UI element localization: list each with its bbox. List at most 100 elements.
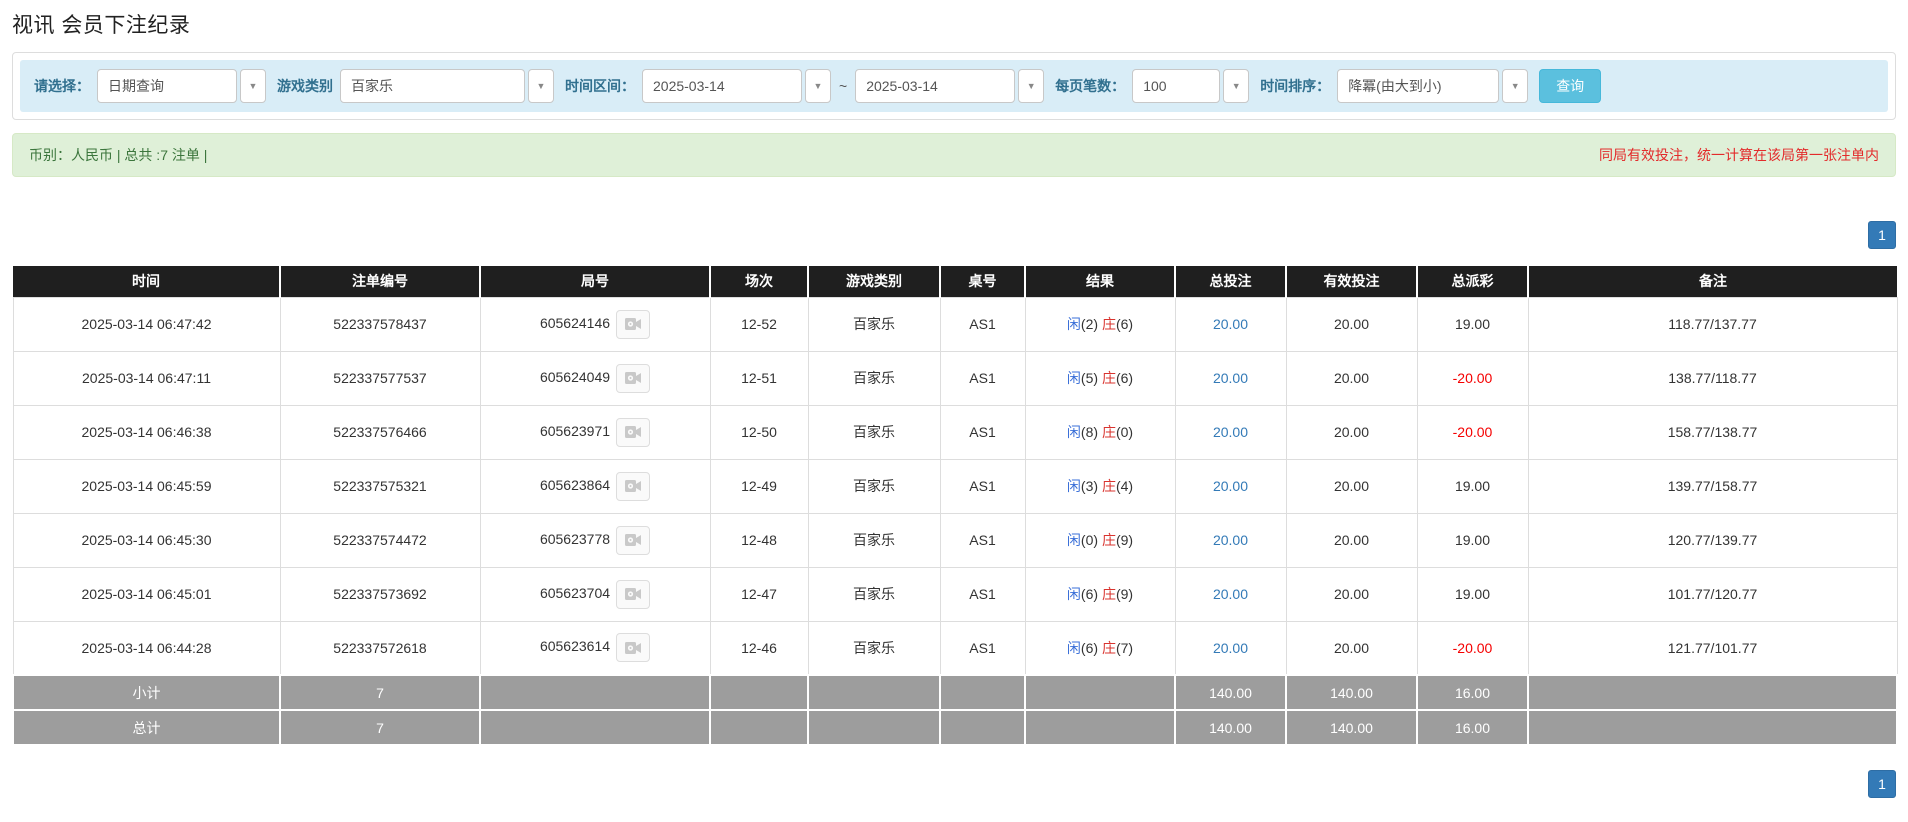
table-row: 2025-03-14 06:47:42 522337578437 6056241… (13, 297, 1897, 351)
header-game-type: 游戏类别 (808, 266, 940, 297)
result-player-score: (2) (1081, 316, 1098, 332)
result-banker: 庄 (1102, 586, 1116, 602)
chevron-down-icon: ▼ (1027, 81, 1036, 91)
cell-game-type: 百家乐 (808, 513, 940, 567)
round-number: 605623864 (540, 477, 610, 493)
video-icon[interactable] (616, 580, 650, 609)
query-type-select[interactable]: 日期查询 (97, 69, 237, 103)
table-row: 2025-03-14 06:44:28 522337572618 6056236… (13, 621, 1897, 675)
date-to-dropdown-button[interactable]: ▼ (1018, 69, 1044, 103)
game-type-label: 游戏类别 (277, 76, 333, 96)
total-bet-link[interactable]: 20.00 (1175, 459, 1286, 513)
search-button[interactable]: 查询 (1539, 69, 1601, 103)
cell-bet-no: 522337573692 (280, 567, 480, 621)
sort-dropdown-button[interactable]: ▼ (1502, 69, 1528, 103)
round-number: 605623614 (540, 638, 610, 654)
cell-session: 12-48 (710, 513, 808, 567)
video-icon[interactable] (616, 310, 650, 339)
total-payout: 16.00 (1417, 710, 1528, 745)
page-1-button[interactable]: 1 (1868, 770, 1896, 798)
game-type-dropdown-button[interactable]: ▼ (528, 69, 554, 103)
cell-game-type: 百家乐 (808, 405, 940, 459)
video-icon[interactable] (616, 472, 650, 501)
cell-game-type: 百家乐 (808, 351, 940, 405)
table-row: 2025-03-14 06:45:01 522337573692 6056237… (13, 567, 1897, 621)
cell-time: 2025-03-14 06:45:30 (13, 513, 280, 567)
query-type-value: 日期查询 (108, 76, 164, 96)
total-bet-link[interactable]: 20.00 (1175, 621, 1286, 675)
cell-result: 闲(8) 庄(0) (1025, 405, 1175, 459)
date-from-input[interactable]: 2025-03-14 (642, 69, 802, 103)
video-icon[interactable] (616, 364, 650, 393)
result-banker-score: (0) (1116, 424, 1133, 440)
cell-bet-no: 522337575321 (280, 459, 480, 513)
total-bet-link[interactable]: 20.00 (1175, 405, 1286, 459)
query-type-dropdown-button[interactable]: ▼ (240, 69, 266, 103)
sort-select[interactable]: 降冪(由大到小) (1337, 69, 1499, 103)
cell-valid-bet: 20.00 (1286, 621, 1417, 675)
result-player-score: (6) (1081, 640, 1098, 656)
cell-valid-bet: 20.00 (1286, 297, 1417, 351)
date-from-dropdown-button[interactable]: ▼ (805, 69, 831, 103)
page-size-select[interactable]: 100 (1132, 69, 1220, 103)
time-range-label: 时间区间： (565, 76, 635, 96)
header-session: 场次 (710, 266, 808, 297)
page-size-dropdown-button[interactable]: ▼ (1223, 69, 1249, 103)
video-icon[interactable] (616, 526, 650, 555)
table-row: 2025-03-14 06:45:59 522337575321 6056238… (13, 459, 1897, 513)
cell-empty (940, 710, 1025, 745)
page-size-control: 100 ▼ (1132, 69, 1249, 103)
cell-payout: -20.00 (1417, 405, 1528, 459)
cell-payout: -20.00 (1417, 351, 1528, 405)
date-to-control: 2025-03-14 ▼ (855, 69, 1044, 103)
result-player: 闲 (1067, 640, 1081, 656)
video-icon[interactable] (616, 418, 650, 447)
cell-table-no: AS1 (940, 621, 1025, 675)
subtotal-label: 小计 (13, 675, 280, 710)
cell-session: 12-52 (710, 297, 808, 351)
total-bet-link[interactable]: 20.00 (1175, 351, 1286, 405)
cell-table-no: AS1 (940, 567, 1025, 621)
cell-empty (808, 710, 940, 745)
subtotal-row: 小计 7 140.00 140.00 16.00 (13, 675, 1897, 710)
sort-label: 时间排序： (1260, 76, 1330, 96)
cell-round-no: 605623778 (480, 513, 710, 567)
date-to-input[interactable]: 2025-03-14 (855, 69, 1015, 103)
table-header: 时间 注单编号 局号 场次 游戏类别 桌号 结果 总投注 有效投注 总派彩 备注 (13, 266, 1897, 297)
game-type-select[interactable]: 百家乐 (340, 69, 525, 103)
result-banker: 庄 (1102, 316, 1116, 332)
round-number: 605624049 (540, 369, 610, 385)
result-player: 闲 (1067, 370, 1081, 386)
cell-empty (1528, 675, 1897, 710)
result-banker-score: (6) (1116, 316, 1133, 332)
total-bet-link[interactable]: 20.00 (1175, 513, 1286, 567)
subtotal-count: 7 (280, 675, 480, 710)
cell-round-no: 605623704 (480, 567, 710, 621)
cell-time: 2025-03-14 06:47:11 (13, 351, 280, 405)
cell-result: 闲(5) 庄(6) (1025, 351, 1175, 405)
total-bet-link[interactable]: 20.00 (1175, 297, 1286, 351)
pagination-top: 1 (12, 221, 1896, 249)
cell-round-no: 605623864 (480, 459, 710, 513)
result-player-score: (6) (1081, 586, 1098, 602)
result-player: 闲 (1067, 424, 1081, 440)
cell-result: 闲(2) 庄(6) (1025, 297, 1175, 351)
cell-time: 2025-03-14 06:44:28 (13, 621, 280, 675)
result-player: 闲 (1067, 586, 1081, 602)
date-from-value: 2025-03-14 (653, 78, 725, 94)
cell-payout: 19.00 (1417, 513, 1528, 567)
video-icon[interactable] (616, 633, 650, 662)
cell-table-no: AS1 (940, 297, 1025, 351)
page-size-label: 每页笔数： (1055, 76, 1125, 96)
page-title: 视讯 会员下注纪录 (12, 9, 1896, 39)
result-banker: 庄 (1102, 640, 1116, 656)
cell-note: 139.77/158.77 (1528, 459, 1897, 513)
filter-panel: 请选择： 日期查询 ▼ 游戏类别 百家乐 ▼ 时间区间： (12, 52, 1896, 120)
chevron-down-icon: ▼ (1511, 81, 1520, 91)
chevron-down-icon: ▼ (537, 81, 546, 91)
total-bet-link[interactable]: 20.00 (1175, 567, 1286, 621)
page-1-button[interactable]: 1 (1868, 221, 1896, 249)
result-banker-score: (6) (1116, 370, 1133, 386)
cell-payout: -20.00 (1417, 621, 1528, 675)
cell-valid-bet: 20.00 (1286, 567, 1417, 621)
